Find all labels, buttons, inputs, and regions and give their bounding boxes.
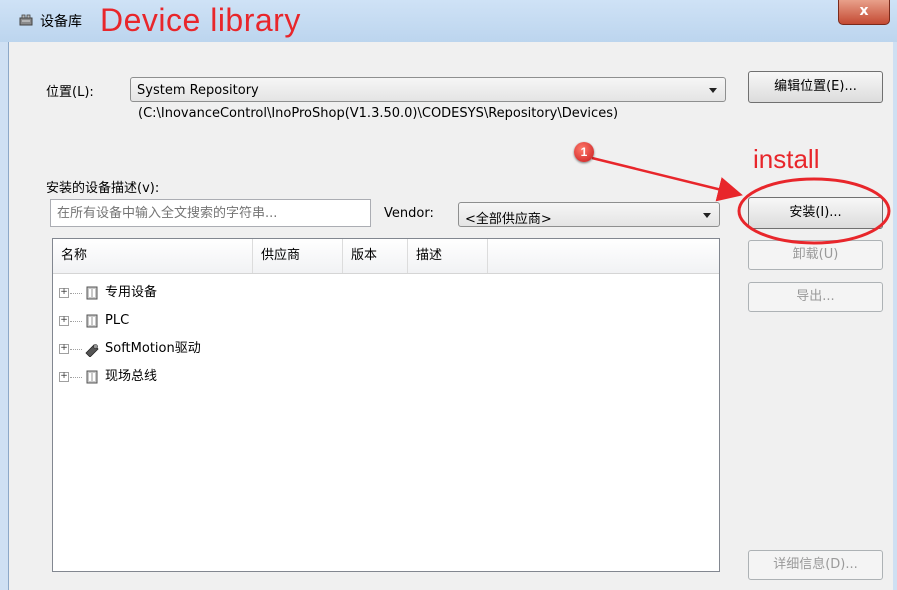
- tree-row-label: 专用设备: [105, 285, 158, 300]
- vendor-dropdown[interactable]: <全部供应商>: [458, 202, 720, 227]
- device-folder-icon: [86, 370, 98, 384]
- device-library-icon: [19, 14, 33, 26]
- device-folder-icon: [86, 286, 98, 300]
- expand-icon[interactable]: +: [59, 316, 69, 326]
- tree-row-label: SoftMotion驱动: [105, 341, 201, 356]
- install-annotation: install: [753, 144, 820, 174]
- location-dropdown[interactable]: System Repository: [130, 77, 726, 102]
- expand-icon[interactable]: +: [59, 372, 69, 382]
- window-title: 设备库: [40, 14, 82, 30]
- title-annotation: Device library: [100, 2, 301, 38]
- installed-devices-label: 安装的设备描述(v):: [46, 181, 160, 196]
- vendor-dropdown-value: <全部供应商>: [465, 212, 552, 227]
- column-header-vendor[interactable]: 供应商: [253, 239, 343, 273]
- device-library-window: 设备库 Device library x 位置(L): System Repos…: [0, 0, 897, 590]
- details-button[interactable]: 详细信息(D)...: [748, 550, 883, 580]
- expand-icon[interactable]: +: [59, 344, 69, 354]
- tree-line: [70, 377, 82, 378]
- tree-line: [70, 321, 82, 322]
- device-tree[interactable]: 名称 供应商 版本 描述 + 专用设备 + PLC + SoftMotion驱动…: [52, 238, 720, 572]
- title-bar[interactable]: 设备库 Device library x: [0, 0, 897, 42]
- tree-line: [70, 293, 82, 294]
- tree-row-label: 现场总线: [105, 369, 158, 384]
- location-label: 位置(L):: [46, 85, 94, 100]
- column-header-description[interactable]: 描述: [408, 239, 488, 273]
- repository-path: (C:\InovanceControl\InoProShop(V1.3.50.0…: [138, 106, 619, 121]
- search-input-box[interactable]: [50, 199, 371, 227]
- vendor-label: Vendor:: [384, 206, 434, 221]
- step-badge: 1: [574, 142, 594, 162]
- edit-location-button[interactable]: 编辑位置(E)...: [748, 71, 883, 103]
- device-tree-header: 名称 供应商 版本 描述: [53, 239, 719, 274]
- uninstall-button[interactable]: 卸载(U): [748, 240, 883, 270]
- column-header-name[interactable]: 名称: [53, 239, 253, 273]
- chevron-down-icon: [703, 213, 711, 218]
- install-button[interactable]: 安装(I)...: [748, 197, 883, 229]
- search-input[interactable]: [51, 200, 370, 226]
- softmotion-drive-icon: [85, 344, 99, 357]
- tree-row-label: PLC: [105, 313, 130, 328]
- expand-icon[interactable]: +: [59, 288, 69, 298]
- device-folder-icon: [86, 314, 98, 328]
- tree-line: [70, 349, 82, 350]
- chevron-down-icon: [709, 88, 717, 93]
- location-dropdown-value: System Repository: [137, 83, 259, 98]
- close-button[interactable]: x: [838, 0, 890, 25]
- column-header-version[interactable]: 版本: [343, 239, 408, 273]
- export-button[interactable]: 导出...: [748, 282, 883, 312]
